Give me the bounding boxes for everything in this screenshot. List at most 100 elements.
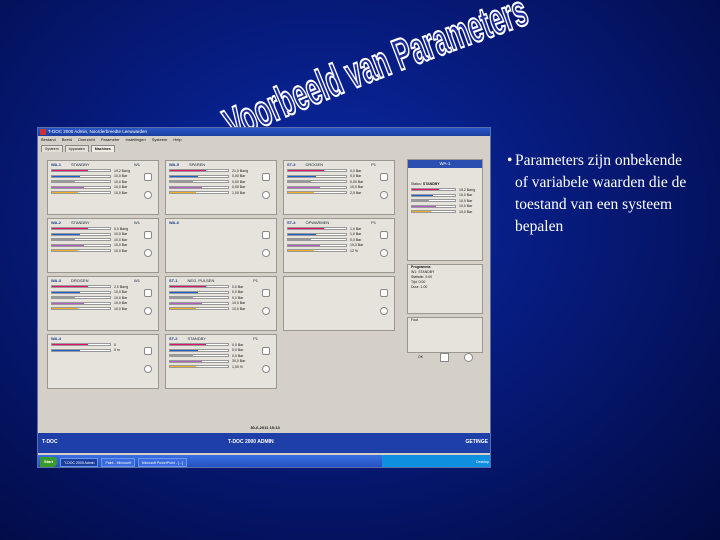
machine-state: NEG. PULSEN	[187, 278, 215, 283]
value-bar	[287, 232, 347, 236]
value-bar-fill	[288, 175, 316, 177]
mode-toggle[interactable]	[380, 231, 388, 239]
menu-item[interactable]: Help	[173, 136, 181, 144]
machine-panel[interactable]: WA-5 SPAREN 21,0 Bar/g 0,00 Bar 0,00 Bar 0,00…	[165, 160, 277, 215]
detail-bar-value: 10,0 Bar	[459, 198, 473, 203]
taskbar-item[interactable]: T-DOC 2000 Admin	[60, 457, 99, 467]
menu-item[interactable]: Systeem	[152, 136, 168, 144]
menu-item[interactable]: Bestand	[41, 136, 56, 144]
mode-toggle[interactable]	[380, 173, 388, 181]
detail-card: WA-1 Status: STANDBY 19,2 Bar/g 10,0 Bar 1…	[407, 159, 483, 261]
detail-bar	[411, 193, 456, 197]
dial-control[interactable]	[380, 191, 388, 199]
dial-control[interactable]	[262, 307, 270, 315]
value-bar-fill	[288, 233, 316, 235]
machine-panel[interactable]: WA-6	[165, 218, 277, 273]
detail-bar-value: 19,2 Bar/g	[459, 187, 476, 192]
value-text: 10,0 Bar	[114, 295, 128, 300]
menu-item[interactable]: Beeld	[62, 136, 72, 144]
start-button[interactable]: Start	[40, 457, 58, 467]
machine-state: SPAREN	[189, 162, 206, 167]
value-bar	[169, 185, 229, 189]
machine-program: W1	[134, 162, 140, 167]
menu-item[interactable]: Overzicht	[78, 136, 95, 144]
side-toggle[interactable]	[440, 353, 449, 362]
machine-panel[interactable]	[283, 276, 395, 331]
value-bar-fill	[170, 175, 198, 177]
mode-toggle[interactable]	[262, 289, 270, 297]
machine-panel[interactable]: ST-2 STANDBY P1 0,0 Bar 0,0 Bar 0,0 Bar 30,0 B…	[165, 334, 277, 389]
machine-panel[interactable]: WA-4 0 0 m	[47, 334, 159, 389]
detail-bar-fill	[412, 194, 433, 196]
side-dial[interactable]	[464, 353, 473, 362]
dial-control[interactable]	[144, 365, 152, 373]
value-bar-fill	[52, 170, 88, 172]
value-bar	[169, 359, 229, 363]
machine-panel[interactable]: WA-1 STANDBY W1 19,2 Bar/g 10,0 Bar 10,0 Bar 1…	[47, 160, 159, 215]
value-bar	[287, 185, 347, 189]
slide-title-svg: Voorbeeld van Parameters	[216, 0, 535, 150]
value-text: 0,0 Bar	[350, 237, 362, 242]
value-bar	[51, 232, 111, 236]
value-text: 1,00 Bar	[232, 190, 246, 195]
dial-control[interactable]	[380, 307, 388, 315]
dial-control[interactable]	[262, 365, 270, 373]
app-titlebar: T-DOC 2000 Admin, Noorderbreedte Leeuwar…	[38, 128, 490, 136]
value-bar-fill	[170, 355, 194, 357]
value-text: 0,0 Bar	[232, 342, 244, 347]
taskbar-item[interactable]: Paint - Microsoft	[101, 457, 135, 467]
footer-right: GETINGE	[465, 439, 488, 445]
value-bar-fill	[52, 286, 88, 288]
dial-control[interactable]	[144, 191, 152, 199]
machine-panel-header: ST-3 DROGEN P1	[284, 161, 394, 168]
menu-item[interactable]: Parameter	[101, 136, 120, 144]
app-tabs: Systeem Apparaten Machines	[38, 144, 490, 152]
dial-control[interactable]	[380, 249, 388, 257]
value-text: 10,0 Bar	[114, 290, 128, 295]
machine-panel[interactable]: ST-1 NEG. PULSEN P1 0,0 Bar 0,0 Bar 0,0 Bar 10…	[165, 276, 277, 331]
machine-panel[interactable]: ST-4 OPWARMEN P1 1,0 Bar 1,0 Bar 0,0 Bar 10,0 …	[283, 218, 395, 273]
bullet-dot: •	[507, 152, 513, 169]
machine-panel-header: WA-2 STANDBY W1	[48, 219, 158, 226]
taskbar-item[interactable]: Microsoft PowerPoint - [...]	[137, 457, 187, 467]
dial-control[interactable]	[262, 191, 270, 199]
value-bar-fill	[170, 181, 194, 183]
value-text: 10,0 Bar	[114, 301, 128, 306]
tab-machines[interactable]: Machines	[90, 145, 115, 152]
value-bar-fill	[52, 233, 80, 235]
machine-panel[interactable]: WA-3 DROGEN W1 2,0 Bar/g 10,0 Bar 10,0 Bar 10,…	[47, 276, 159, 331]
value-text: 10,0 Bar	[114, 306, 128, 311]
menu-item[interactable]: Instellingen	[126, 136, 146, 144]
mode-toggle[interactable]	[144, 347, 152, 355]
mode-toggle[interactable]	[144, 289, 152, 297]
machine-name: ST-3	[287, 162, 296, 167]
detail-bar	[411, 204, 456, 208]
slide-title: Voorbeeld van Parameters	[215, 0, 555, 150]
error-label: Fout	[411, 318, 419, 322]
machine-name: ST-4	[287, 220, 296, 225]
value-text: 21,0 Bar/g	[232, 168, 249, 173]
machine-state: STANDBY	[71, 162, 90, 167]
value-bar	[169, 180, 229, 184]
dial-control[interactable]	[262, 249, 270, 257]
mode-toggle[interactable]	[262, 231, 270, 239]
mode-toggle[interactable]	[380, 289, 388, 297]
detail-bar	[411, 210, 456, 214]
machine-name: WA-1	[51, 162, 61, 167]
dial-control[interactable]	[144, 307, 152, 315]
dial-control[interactable]	[144, 249, 152, 257]
tab-systeem[interactable]: Systeem	[41, 145, 63, 152]
detail-bar-fill	[412, 189, 439, 191]
detail-bar-fill	[412, 205, 436, 207]
mode-toggle[interactable]	[262, 173, 270, 181]
machine-name: WA-4	[51, 336, 61, 341]
mode-toggle[interactable]	[144, 231, 152, 239]
machine-panel[interactable]: WA-2 STANDBY W1 0,0 Bar/g 10,0 Bar 10,0 Bar 10…	[47, 218, 159, 273]
mode-toggle[interactable]	[144, 173, 152, 181]
tab-apparaten[interactable]: Apparaten	[64, 145, 89, 152]
value-bar	[51, 296, 111, 300]
mode-toggle[interactable]	[262, 347, 270, 355]
machine-panel[interactable]: ST-3 DROGEN P1 0,0 Bar 0,0 Bar 0,00 Bar 10,0 B…	[283, 160, 395, 215]
value-bar	[169, 348, 229, 352]
value-text: 2,0 Bar/g	[114, 284, 129, 289]
